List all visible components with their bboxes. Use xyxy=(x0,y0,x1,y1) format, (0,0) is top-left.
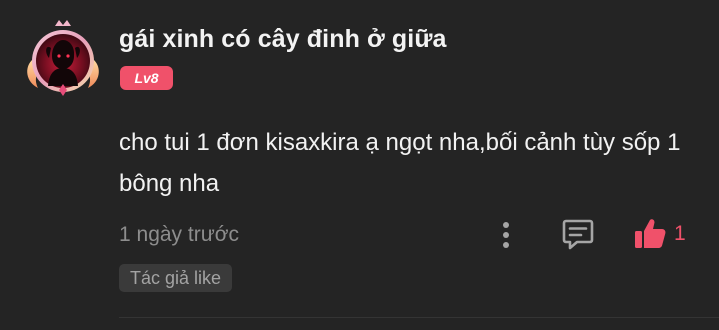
more-vertical-icon[interactable] xyxy=(496,220,516,250)
avatar[interactable] xyxy=(22,18,104,100)
comment-card: gái xinh có cây đinh ở giữa Lv8 cho tui … xyxy=(0,0,719,330)
divider xyxy=(119,317,719,318)
comment-reply-icon[interactable] xyxy=(561,217,595,251)
username[interactable]: gái xinh có cây đinh ở giữa xyxy=(119,25,447,54)
like-count: 1 xyxy=(674,222,686,245)
like-button[interactable]: 1 xyxy=(630,216,690,252)
level-badge: Lv8 xyxy=(120,66,173,90)
thumbs-up-icon xyxy=(635,219,666,248)
avatar-frame-icon xyxy=(27,20,99,96)
comment-text: cho tui 1 đơn kisaxkira ạ ngọt nha,bối c… xyxy=(119,129,681,197)
timestamp: 1 ngày trước xyxy=(119,223,240,246)
author-like-tag: Tác giả like xyxy=(119,264,233,292)
